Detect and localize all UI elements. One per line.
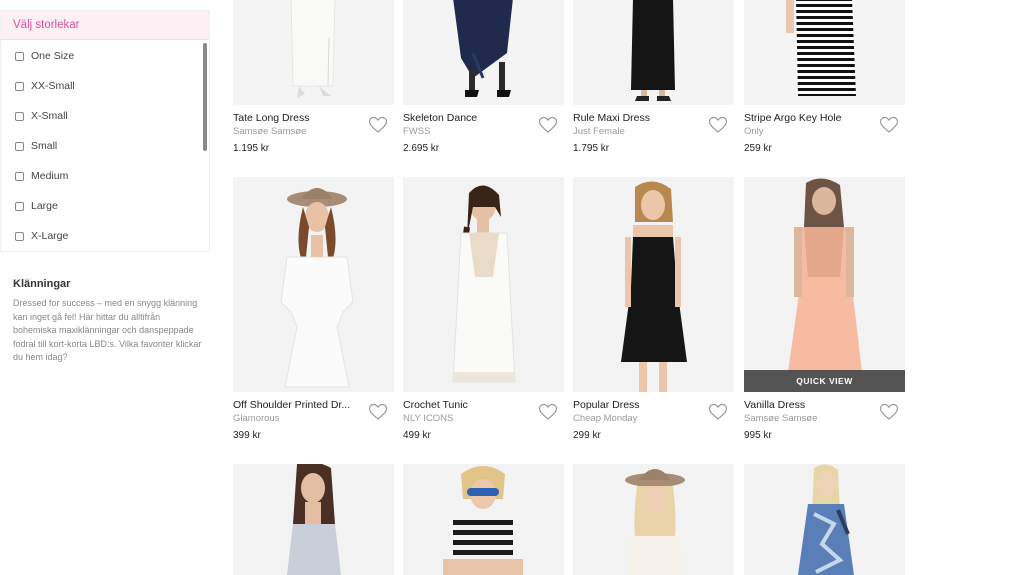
product-price: 2.695 kr	[403, 143, 440, 154]
product-card[interactable]	[233, 464, 394, 575]
product-name[interactable]: Crochet Tunic	[403, 399, 525, 412]
product-image[interactable]	[233, 0, 394, 105]
product-card[interactable]: Off Shoulder Printed Dr... Glamorous 399…	[233, 177, 394, 441]
checkbox[interactable]	[15, 111, 24, 121]
size-option-label: X-Small	[31, 110, 68, 122]
product-card[interactable]: Stripe Argo Key Hole Only 259 kr	[744, 0, 905, 154]
size-filter-title: Välj storlekar	[13, 19, 80, 31]
quick-view-button[interactable]: QUICK VIEW	[744, 370, 905, 392]
checkbox[interactable]	[15, 201, 24, 211]
heart-icon[interactable]	[368, 116, 388, 134]
checkbox[interactable]	[15, 81, 24, 91]
checkbox[interactable]	[15, 231, 24, 241]
product-image[interactable]	[403, 0, 564, 105]
size-option-label: Large	[31, 200, 58, 212]
size-option-label: XX-Small	[31, 80, 75, 92]
size-option-one-size[interactable]: One Size	[1, 41, 209, 71]
product-card[interactable]	[744, 464, 905, 575]
size-option-x-small[interactable]: X-Small	[1, 101, 209, 131]
product-price: 1.195 kr	[233, 143, 270, 154]
product-card[interactable]: Crochet Tunic NLY ICONS 499 kr	[403, 177, 564, 441]
size-filter-list: One Size XX-Small X-Small Small Medium L…	[1, 41, 209, 251]
product-name[interactable]: Skeleton Dance	[403, 112, 525, 125]
size-option-small[interactable]: Small	[1, 131, 209, 161]
size-option-label: X-Large	[31, 230, 69, 242]
product-price: 259 kr	[744, 143, 772, 154]
product-card[interactable]	[573, 464, 734, 575]
product-price: 399 kr	[233, 430, 261, 441]
size-option-medium[interactable]: Medium	[1, 161, 209, 191]
product-image[interactable]	[744, 464, 905, 575]
heart-icon[interactable]	[538, 116, 558, 134]
product-image[interactable]: QUICK VIEW	[744, 177, 905, 392]
product-name[interactable]: Popular Dress	[573, 399, 695, 412]
product-card[interactable]: Skeleton Dance FWSS 2.695 kr	[403, 0, 564, 154]
size-filter-panel: Välj storlekar One Size XX-Small X-Small…	[0, 10, 210, 252]
product-image[interactable]	[744, 0, 905, 105]
product-card[interactable]: Tate Long Dress Samsøe Samsøe 1.195 kr	[233, 0, 394, 154]
category-description: Dressed for success – med en snygg klänn…	[13, 298, 202, 362]
heart-icon[interactable]	[879, 403, 899, 421]
size-option-large[interactable]: Large	[1, 191, 209, 221]
size-option-label: Medium	[31, 170, 69, 182]
heart-icon[interactable]	[708, 403, 728, 421]
product-price: 995 kr	[744, 430, 772, 441]
product-price: 499 kr	[403, 430, 431, 441]
product-image[interactable]	[403, 464, 564, 575]
product-name[interactable]: Rule Maxi Dress	[573, 112, 695, 125]
product-image[interactable]	[573, 464, 734, 575]
size-option-label: Small	[31, 140, 58, 152]
product-image[interactable]	[573, 177, 734, 392]
filter-scrollbar[interactable]	[203, 43, 207, 151]
product-card[interactable]	[403, 464, 564, 575]
heart-icon[interactable]	[708, 116, 728, 134]
checkbox[interactable]	[15, 171, 24, 181]
product-card[interactable]: QUICK VIEW Vanilla Dress Samsøe Samsøe 9…	[744, 177, 905, 441]
heart-icon[interactable]	[538, 403, 558, 421]
size-option-x-large[interactable]: X-Large	[1, 221, 209, 251]
product-name[interactable]: Stripe Argo Key Hole	[744, 112, 866, 125]
product-price: 299 kr	[573, 430, 601, 441]
product-image[interactable]	[403, 177, 564, 392]
product-card[interactable]: Popular Dress Cheap Monday 299 kr	[573, 177, 734, 441]
product-image[interactable]	[233, 464, 394, 575]
checkbox[interactable]	[15, 51, 24, 61]
product-image[interactable]	[573, 0, 734, 105]
product-price: 1.795 kr	[573, 143, 610, 154]
heart-icon[interactable]	[368, 403, 388, 421]
size-option-xx-small[interactable]: XX-Small	[1, 71, 209, 101]
product-name[interactable]: Vanilla Dress	[744, 399, 866, 412]
heart-icon[interactable]	[879, 116, 899, 134]
product-name[interactable]: Tate Long Dress	[233, 112, 355, 125]
category-title: Klänningar	[13, 278, 71, 290]
product-image[interactable]	[233, 177, 394, 392]
product-card[interactable]: Rule Maxi Dress Just Female 1.795 kr	[573, 0, 734, 154]
product-name[interactable]: Off Shoulder Printed Dr...	[233, 399, 355, 412]
size-option-label: One Size	[31, 50, 75, 62]
size-filter-header[interactable]: Välj storlekar	[1, 11, 209, 40]
checkbox[interactable]	[15, 141, 24, 151]
